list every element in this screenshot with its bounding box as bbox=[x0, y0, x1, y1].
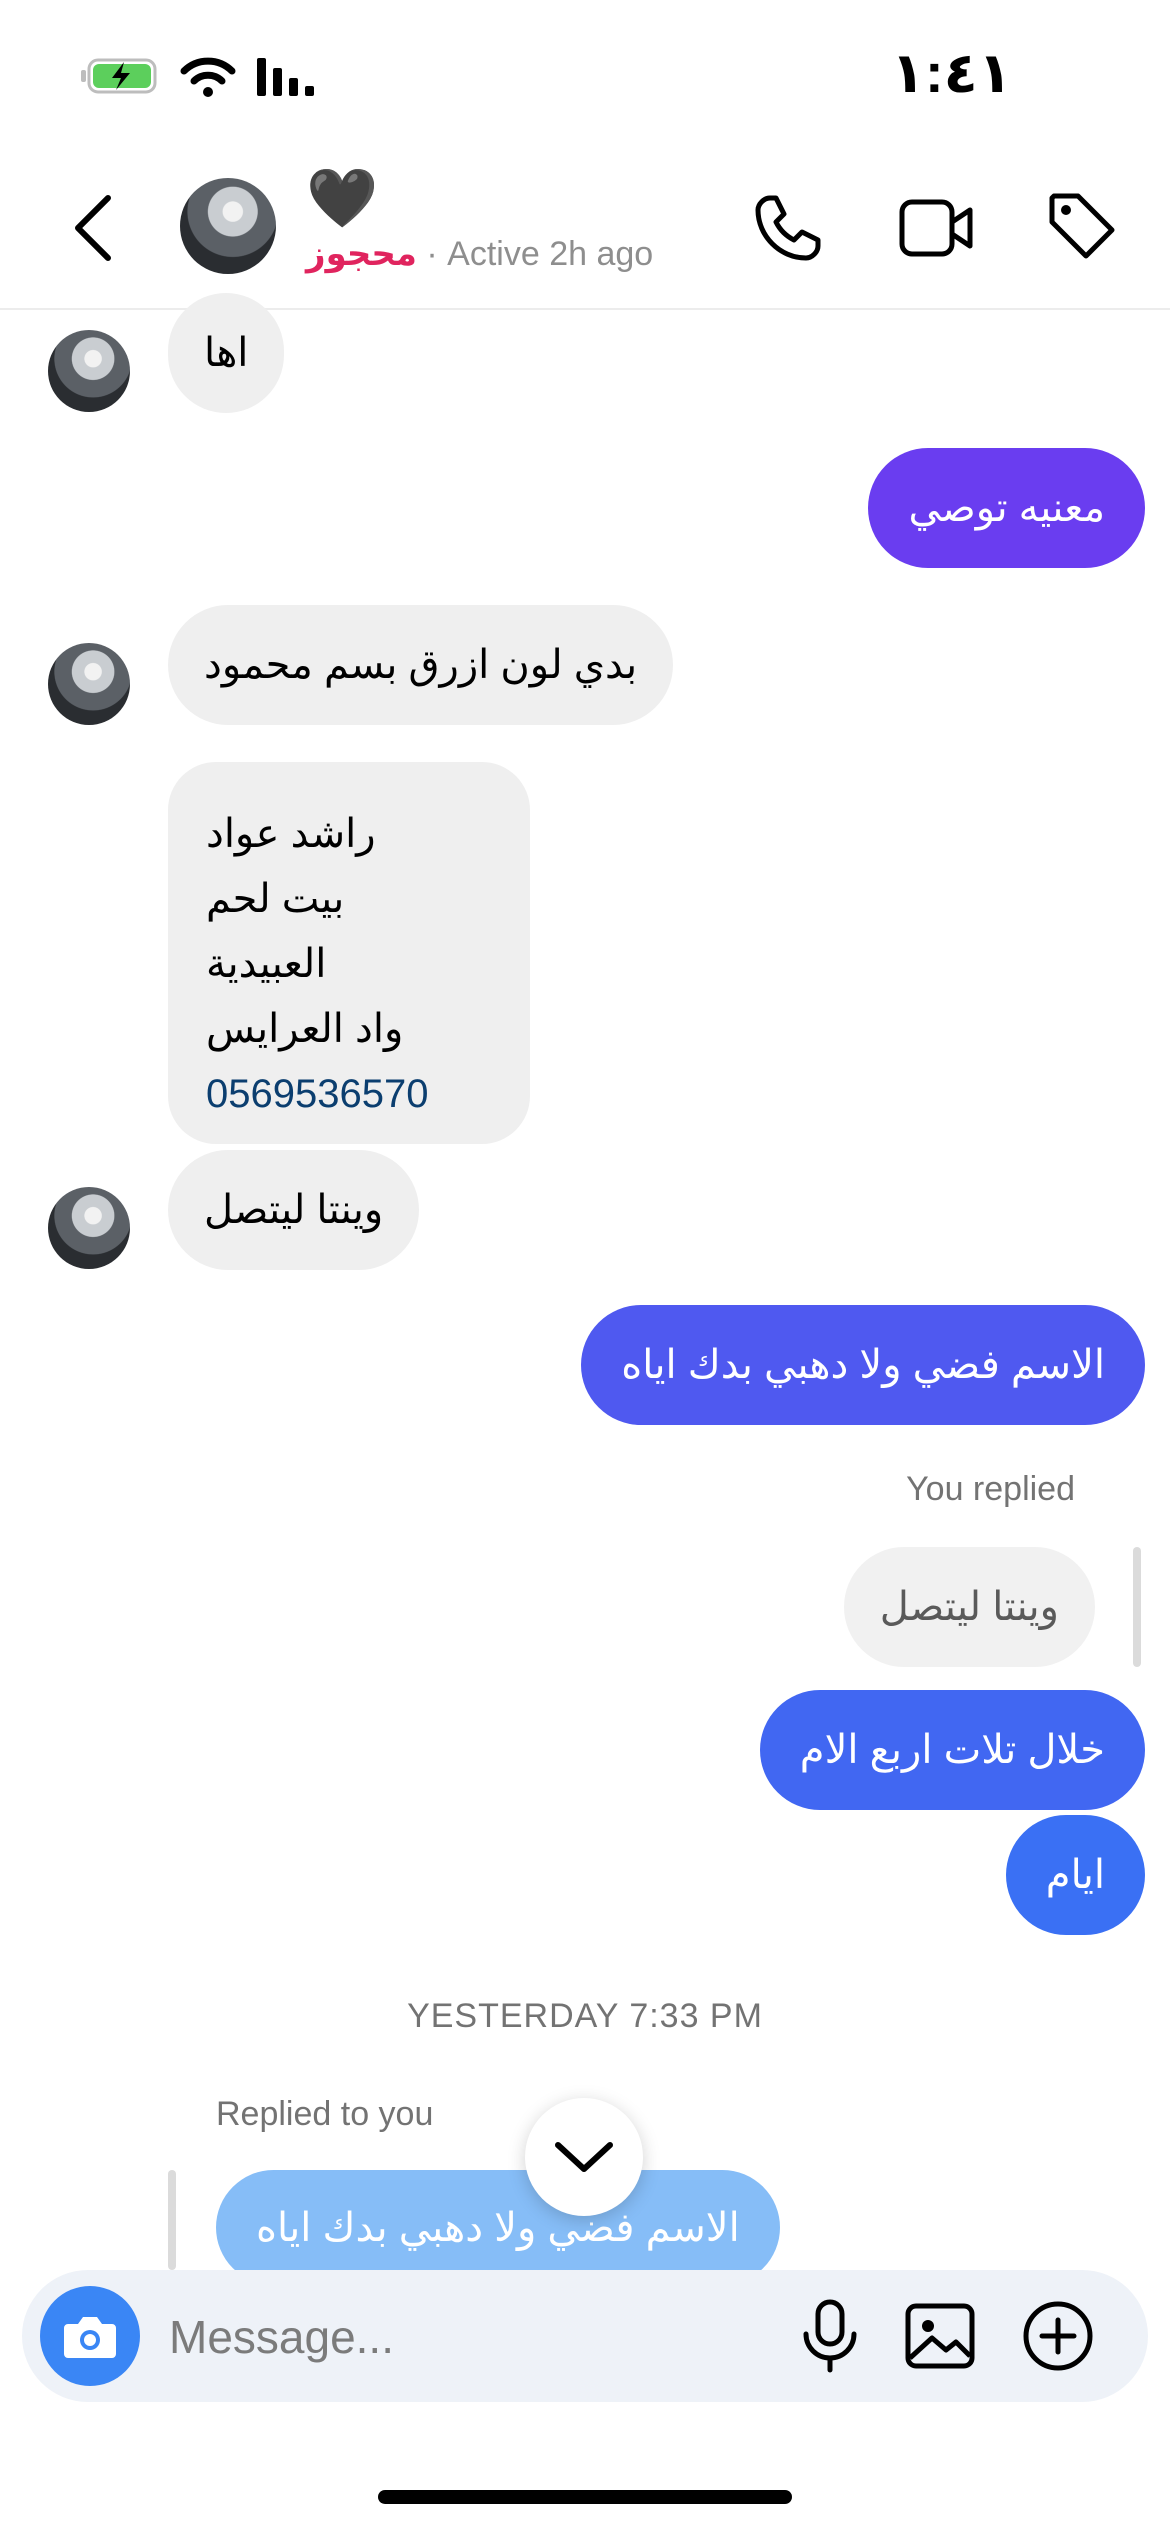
sender-avatar[interactable] bbox=[48, 1187, 130, 1269]
cellular-signal-icon bbox=[257, 58, 314, 96]
sender-avatar[interactable] bbox=[48, 643, 130, 725]
quoted-message[interactable]: الاسم فضي ولا دهبي بدك اياه bbox=[216, 2170, 780, 2285]
active-status: Active 2h ago bbox=[447, 235, 654, 273]
reply-indicator-bar bbox=[1133, 1547, 1141, 1667]
replied-to-you-label: Replied to you bbox=[216, 2095, 434, 2133]
message-input[interactable] bbox=[167, 2300, 771, 2374]
message-bubble-outgoing[interactable]: الاسم فضي ولا دهبي بدك اياه bbox=[581, 1305, 1145, 1425]
message-bubble-outgoing[interactable]: معنيه توصي bbox=[868, 448, 1145, 568]
message-bubble-outgoing[interactable]: خلال تلات اربع الام bbox=[759, 1690, 1145, 1810]
message-bubble-incoming[interactable]: وينتا ليتصل bbox=[168, 1150, 420, 1270]
quoted-message[interactable]: وينتا ليتصل bbox=[843, 1547, 1095, 1667]
status-bar: ١:٤١ bbox=[0, 0, 1170, 150]
address-line: بيت لحم bbox=[206, 877, 345, 921]
chevron-down-icon bbox=[555, 2142, 613, 2172]
battery-charging-icon bbox=[81, 58, 157, 94]
camera-button[interactable] bbox=[40, 2286, 140, 2386]
you-replied-label: You replied bbox=[906, 1470, 1075, 1508]
profile-avatar[interactable] bbox=[180, 178, 276, 274]
image-gallery-icon[interactable] bbox=[902, 2298, 978, 2374]
profile-subtitle[interactable]: محجوز · Active 2h ago bbox=[306, 234, 653, 274]
address-line: واد العرايس bbox=[206, 1007, 404, 1051]
message-bubble-incoming[interactable]: بدي لون ازرق بسم محمود bbox=[168, 605, 674, 725]
message-bubble-address[interactable]: راشد عواد بيت لحم العبيدية واد العرايس 0… bbox=[168, 762, 530, 1144]
microphone-icon[interactable] bbox=[792, 2298, 868, 2374]
scroll-to-bottom-button[interactable] bbox=[525, 2098, 643, 2216]
status-time: ١:٤١ bbox=[890, 41, 1012, 104]
video-camera-icon[interactable] bbox=[898, 194, 974, 262]
separator: · bbox=[416, 235, 448, 273]
sender-avatar[interactable] bbox=[48, 330, 130, 412]
chat-header: 🖤 محجوز · Active 2h ago bbox=[0, 150, 1170, 310]
profile-name: محجوز bbox=[306, 235, 417, 273]
camera-icon bbox=[64, 2317, 116, 2358]
message-bubble-outgoing[interactable]: ايام bbox=[1005, 1815, 1145, 1935]
address-line: راشد عواد bbox=[206, 812, 376, 856]
phone-icon[interactable] bbox=[752, 192, 824, 264]
wifi-icon bbox=[180, 57, 236, 97]
message-composer bbox=[22, 2270, 1148, 2402]
address-line: العبيدية bbox=[206, 942, 327, 986]
date-separator: YESTERDAY 7:33 PM bbox=[407, 1997, 763, 2035]
home-indicator bbox=[378, 2490, 792, 2504]
back-chevron-icon[interactable] bbox=[60, 188, 130, 268]
message-bubble-incoming[interactable]: اها bbox=[168, 293, 285, 413]
profile-heart-emoji: 🖤 bbox=[306, 166, 379, 231]
reply-indicator-bar bbox=[168, 2170, 176, 2270]
plus-circle-icon[interactable] bbox=[1020, 2298, 1096, 2374]
tag-icon[interactable] bbox=[1046, 190, 1118, 262]
phone-number-link[interactable]: 0569536570 bbox=[206, 1062, 492, 1127]
